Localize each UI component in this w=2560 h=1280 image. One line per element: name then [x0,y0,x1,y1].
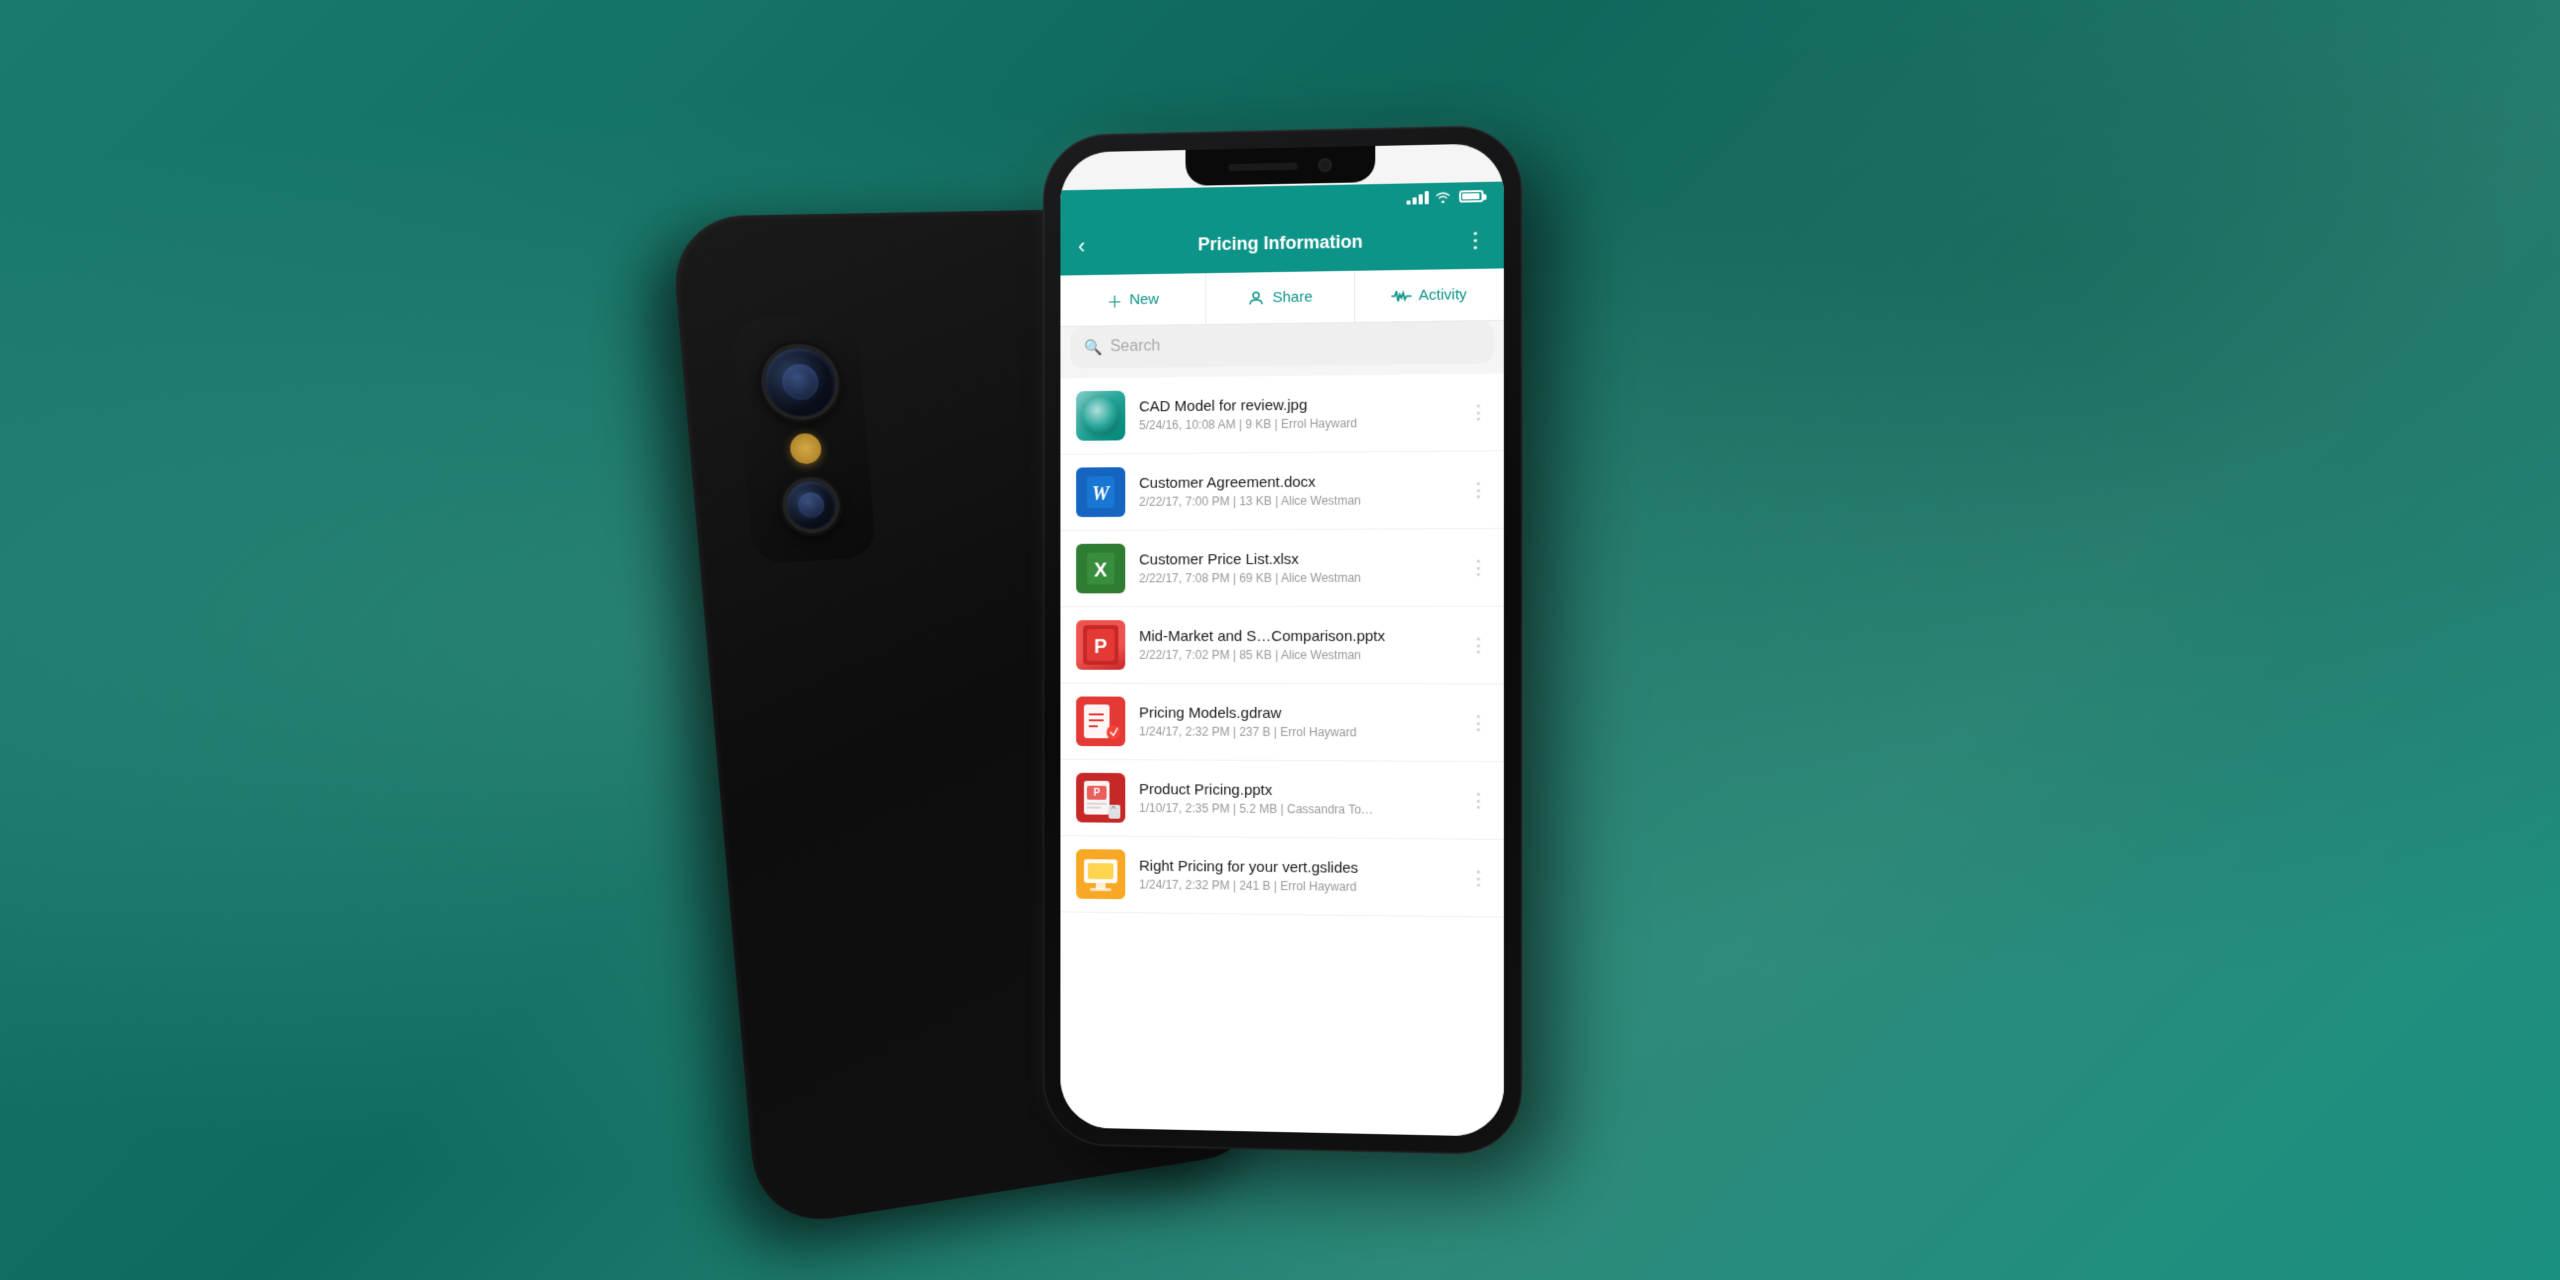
camera-lens-main [758,342,842,422]
tab-activity-label: Activity [1419,286,1467,304]
wifi-icon [1435,191,1451,203]
list-item[interactable]: Right Pricing for your vert.gslides 1/24… [1060,836,1503,918]
list-item[interactable]: CAD Model for review.jpg 5/24/16, 10:08 … [1060,373,1503,454]
phone-front: ‹ Pricing Information ⋮ ＋ New Share [1043,125,1522,1156]
file-more-button[interactable]: ⋮ [1469,867,1487,888]
tab-activity[interactable]: Activity [1355,268,1504,322]
back-button[interactable]: ‹ [1078,233,1107,259]
app-header: ‹ Pricing Information ⋮ [1060,210,1503,276]
svg-text:P: P [1094,636,1107,658]
file-info: Customer Agreement.docx 2/22/17, 7:00 PM… [1139,473,1455,509]
file-name: CAD Model for review.jpg [1139,395,1455,415]
battery-icon [1459,190,1483,203]
file-icon-xlsx: X [1076,544,1125,594]
list-item[interactable]: P Mid-Market and S…Comparison.pptx 2/22/… [1060,607,1503,685]
search-bar[interactable]: 🔍 Search [1070,321,1493,368]
file-list: CAD Model for review.jpg 5/24/16, 10:08 … [1060,373,1503,1136]
file-more-button[interactable]: ⋮ [1469,479,1487,500]
file-info: Pricing Models.gdraw 1/24/17, 2:32 PM | … [1139,705,1455,740]
svg-text:P: P [1093,788,1100,799]
camera-lens-secondary [780,476,842,535]
file-meta: 2/22/17, 7:00 PM | 13 KB | Alice Westman [1139,493,1455,509]
file-info: CAD Model for review.jpg 5/24/16, 10:08 … [1139,395,1455,432]
file-more-button[interactable]: ⋮ [1469,401,1487,422]
file-more-button[interactable]: ⋮ [1469,790,1487,811]
file-icon-cad [1076,391,1125,441]
file-icon-pptx: P [1076,620,1125,670]
plus-icon: ＋ [1107,288,1123,312]
file-meta: 1/24/17, 2:32 PM | 237 B | Errol Hayward [1139,724,1455,739]
file-name: Right Pricing for your vert.gslides [1139,858,1455,878]
notch [1186,146,1376,186]
file-info: Right Pricing for your vert.gslides 1/24… [1139,858,1455,895]
file-meta: 1/10/17, 2:35 PM | 5.2 MB | Cassandra To… [1139,801,1455,817]
file-more-button[interactable]: ⋮ [1469,557,1487,578]
file-info: Mid-Market and S…Comparison.pptx 2/22/17… [1139,628,1455,662]
front-camera [1318,158,1332,172]
tab-new-label: New [1129,291,1159,308]
tab-share-label: Share [1272,289,1312,307]
search-placeholder: Search [1110,338,1160,357]
file-icon-pptx2: P [1076,773,1125,823]
list-item[interactable]: P Product Pricing.pptx 1/10/17, 2:35 PM … [1060,760,1503,840]
phone-screen: ‹ Pricing Information ⋮ ＋ New Share [1060,143,1503,1137]
page-title: Pricing Information [1108,229,1456,256]
list-item[interactable]: W Customer Agreement.docx 2/22/17, 7:00 … [1060,451,1503,531]
file-name: Mid-Market and S…Comparison.pptx [1139,628,1455,645]
file-meta: 2/22/17, 7:02 PM | 85 KB | Alice Westman [1139,648,1455,662]
file-icon-gslides [1076,849,1125,899]
file-more-button[interactable]: ⋮ [1469,634,1487,655]
file-name: Product Pricing.pptx [1139,781,1455,800]
signal-icon [1407,191,1429,205]
tab-new[interactable]: ＋ New [1060,273,1206,326]
list-item[interactable]: X Customer Price List.xlsx 2/22/17, 7:08… [1060,529,1503,607]
file-name: Customer Price List.xlsx [1139,550,1455,568]
file-name: Pricing Models.gdraw [1139,705,1455,723]
file-more-button[interactable]: ⋮ [1469,712,1487,733]
status-icons [1407,190,1484,205]
svg-text:X: X [1094,560,1108,582]
file-icon-docx: W [1076,467,1125,517]
file-icon-gdraw [1076,696,1125,746]
list-item[interactable]: Pricing Models.gdraw 1/24/17, 2:32 PM | … [1060,684,1503,763]
tab-bar: ＋ New Share Activity [1060,268,1503,327]
camera-module [732,314,877,564]
file-meta: 2/22/17, 7:08 PM | 69 KB | Alice Westman [1139,570,1455,585]
file-meta: 5/24/16, 10:08 AM | 9 KB | Errol Hayward [1139,415,1455,432]
svg-text:W: W [1092,483,1111,505]
speaker-grille [1228,162,1298,170]
file-name: Customer Agreement.docx [1139,473,1455,492]
search-icon: 🔍 [1084,338,1102,356]
flash-sensor [789,433,823,465]
file-info: Product Pricing.pptx 1/10/17, 2:35 PM | … [1139,781,1455,817]
file-info: Customer Price List.xlsx 2/22/17, 7:08 P… [1139,550,1455,585]
more-button[interactable]: ⋮ [1455,227,1485,253]
person-icon [1248,289,1266,307]
wave-icon [1391,287,1411,303]
file-meta: 1/24/17, 2:32 PM | 241 B | Errol Hayward [1139,878,1455,895]
scene: ‹ Pricing Information ⋮ ＋ New Share [1040,130,1520,1150]
tab-share[interactable]: Share [1207,271,1355,324]
